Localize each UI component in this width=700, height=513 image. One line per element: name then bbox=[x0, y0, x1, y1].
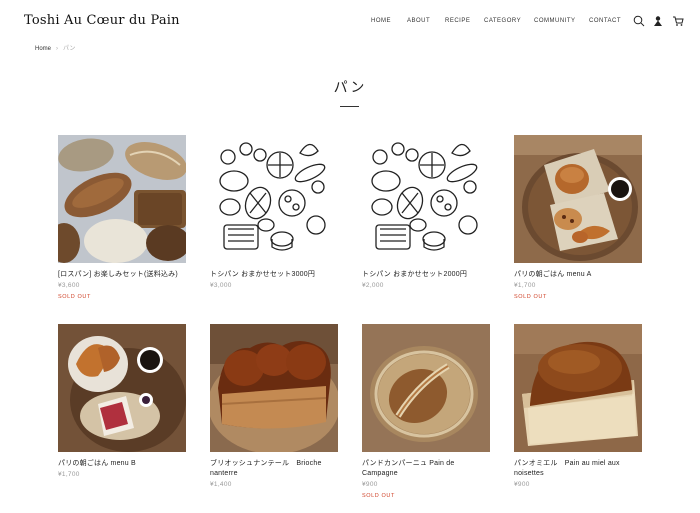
product-name[interactable]: [ロスパン] お楽しみセット(送料込み) bbox=[58, 270, 186, 280]
product-card[interactable]: パンオミエル Pain au miel aux noisettes ¥900 bbox=[514, 324, 642, 488]
product-image[interactable] bbox=[514, 135, 642, 263]
nav-community[interactable]: COMMUNITY bbox=[534, 18, 576, 28]
product-image[interactable] bbox=[514, 324, 642, 452]
nav-category[interactable]: CATEGORY bbox=[484, 18, 521, 28]
nav-recipe[interactable]: RECIPE bbox=[445, 18, 470, 28]
product-image[interactable] bbox=[210, 135, 338, 263]
sold-out-label: SOLD OUT bbox=[514, 294, 547, 300]
product-image[interactable] bbox=[362, 135, 490, 263]
product-card[interactable]: ブリオッシュナンテール Brioche nanterre ¥1,400 bbox=[210, 324, 338, 488]
title-divider bbox=[340, 106, 359, 107]
sold-out-label: SOLD OUT bbox=[58, 294, 91, 300]
product-card[interactable]: パンドカンパーニュ Pain de Campagne ¥900 SOLD OUT bbox=[362, 324, 490, 499]
sold-out-label: SOLD OUT bbox=[362, 493, 395, 499]
product-image[interactable] bbox=[362, 324, 490, 452]
product-name[interactable]: トシパン おまかせセット2000円 bbox=[362, 270, 490, 280]
product-price: ¥3,000 bbox=[210, 282, 232, 289]
product-card[interactable]: トシパン おまかせセット2000円 ¥2,000 bbox=[362, 135, 490, 289]
product-price: ¥900 bbox=[362, 481, 378, 488]
product-name[interactable]: パリの朝ごはん menu A bbox=[514, 270, 642, 280]
nav-about[interactable]: ABOUT bbox=[407, 18, 430, 28]
product-name[interactable]: パンドカンパーニュ Pain de Campagne bbox=[362, 459, 490, 479]
product-price: ¥2,000 bbox=[362, 282, 384, 289]
search-icon[interactable] bbox=[633, 15, 645, 27]
product-name[interactable]: パンオミエル Pain au miel aux noisettes bbox=[514, 459, 642, 479]
cart-icon[interactable] bbox=[672, 15, 684, 27]
breadcrumb-current: パン bbox=[63, 46, 76, 52]
user-icon[interactable] bbox=[652, 15, 664, 27]
product-card[interactable]: [ロスパン] お楽しみセット(送料込み) ¥3,600 SOLD OUT bbox=[58, 135, 186, 300]
product-name[interactable]: トシパン おまかせセット3000円 bbox=[210, 270, 338, 280]
page-title: パン bbox=[333, 79, 367, 95]
breadcrumb-home[interactable]: Home bbox=[35, 46, 51, 52]
product-name[interactable]: ブリオッシュナンテール Brioche nanterre bbox=[210, 459, 338, 479]
product-price: ¥1,700 bbox=[58, 471, 80, 478]
breadcrumb: Home › パン bbox=[35, 43, 75, 52]
breadcrumb-separator: › bbox=[56, 46, 59, 52]
product-card[interactable]: パリの朝ごはん menu A ¥1,700 SOLD OUT bbox=[514, 135, 642, 300]
product-name[interactable]: パリの朝ごはん menu B bbox=[58, 459, 186, 469]
product-card[interactable]: パリの朝ごはん menu B ¥1,700 bbox=[58, 324, 186, 478]
nav-home[interactable]: HOME bbox=[371, 18, 391, 28]
product-price: ¥3,600 bbox=[58, 282, 80, 289]
product-image[interactable] bbox=[58, 135, 186, 263]
site-logo[interactable]: Toshi Au Cœur du Pain bbox=[24, 13, 180, 28]
product-price: ¥1,700 bbox=[514, 282, 536, 289]
product-price: ¥900 bbox=[514, 481, 530, 488]
product-price: ¥1,400 bbox=[210, 481, 232, 488]
product-image[interactable] bbox=[210, 324, 338, 452]
product-image[interactable] bbox=[58, 324, 186, 452]
nav-contact[interactable]: CONTACT bbox=[589, 18, 621, 28]
product-card[interactable]: トシパン おまかせセット3000円 ¥3,000 bbox=[210, 135, 338, 289]
